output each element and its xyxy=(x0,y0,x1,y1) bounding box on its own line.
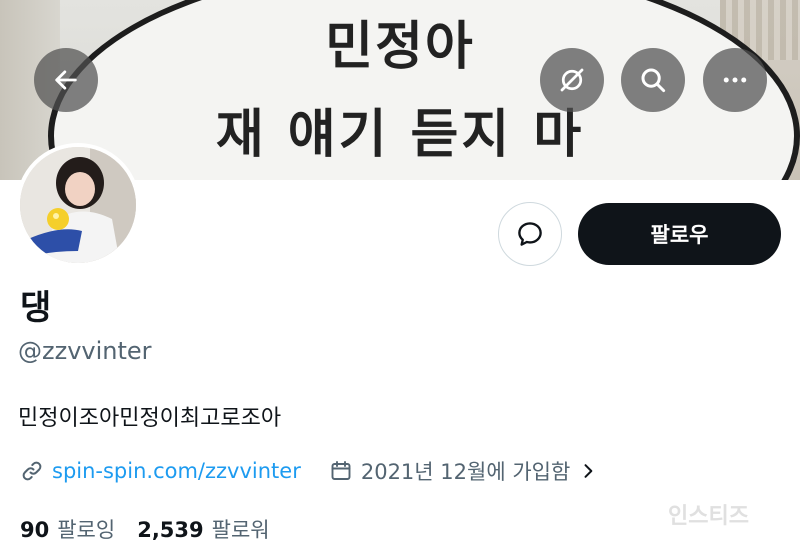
link-icon xyxy=(22,461,42,481)
grok-button[interactable] xyxy=(540,48,604,112)
chevron-right-icon xyxy=(584,464,593,478)
calendar-icon xyxy=(331,461,351,480)
profile-meta: spin-spin.com/zzvvinter 2021년 12월에 가입함 xyxy=(20,455,598,487)
watermark: 인스티즈 xyxy=(668,504,749,529)
profile-bio: 민정이조아민정이최고로조아 xyxy=(18,406,282,431)
website-link[interactable]: spin-spin.com/zzvvinter xyxy=(20,459,301,483)
slashed-circle-icon xyxy=(560,68,584,92)
following-stat[interactable]: 90 팔로잉 xyxy=(20,514,115,544)
profile-name: 댕 xyxy=(20,288,52,328)
message-bubble-icon xyxy=(518,222,542,246)
joined-text: 2021년 12월에 가입함 xyxy=(360,460,571,484)
more-button[interactable] xyxy=(703,48,767,112)
search-button[interactable] xyxy=(621,48,685,112)
following-count: 90 xyxy=(20,518,50,542)
banner-text-line2: 재 얘기 듣지 마 xyxy=(215,105,585,165)
avatar-photo xyxy=(20,147,136,263)
follow-button[interactable]: 팔로우 xyxy=(578,203,781,265)
joined-date[interactable]: 2021년 12월에 가입함 xyxy=(329,456,598,486)
following-label: 팔로잉 xyxy=(57,518,116,542)
followers-stat[interactable]: 2,539 팔로워 xyxy=(137,514,269,544)
more-horizontal-icon xyxy=(723,77,747,83)
search-icon xyxy=(641,68,666,93)
follow-stats: 90 팔로잉 2,539 팔로워 xyxy=(20,514,270,544)
followers-label: 팔로워 xyxy=(211,518,270,542)
profile-handle: @zzvvinter xyxy=(18,337,152,365)
arrow-left-icon xyxy=(55,70,77,90)
followers-count: 2,539 xyxy=(137,518,204,542)
avatar[interactable] xyxy=(16,143,140,267)
back-button[interactable] xyxy=(34,48,98,112)
message-button[interactable] xyxy=(498,202,562,266)
website-text: spin-spin.com/zzvvinter xyxy=(52,459,301,483)
